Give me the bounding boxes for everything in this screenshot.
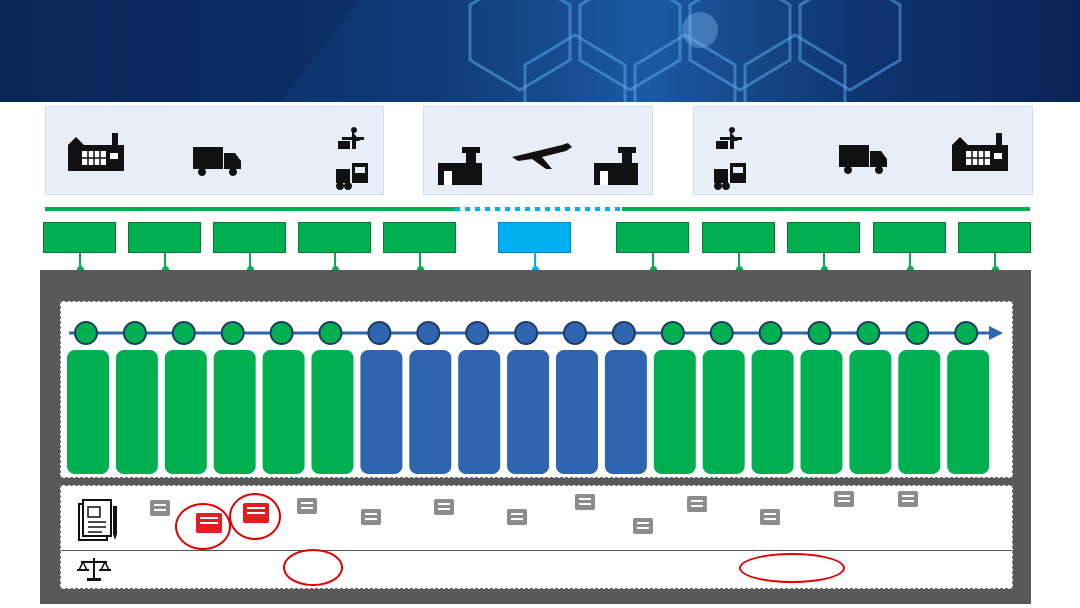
timeline-arrow — [989, 326, 1003, 340]
highlight-ring-2 — [229, 493, 281, 540]
process-node-15 — [758, 321, 783, 345]
process-node-3 — [171, 321, 196, 345]
stage-box-11 — [958, 222, 1031, 253]
process-timeline — [67, 321, 1003, 474]
document-icon — [507, 509, 527, 525]
process-column-10 — [507, 350, 550, 474]
airplane-icon — [512, 143, 572, 169]
stage-box-6 — [498, 222, 571, 253]
document-icon — [434, 499, 454, 515]
process-node-5 — [269, 321, 294, 345]
process-node-10 — [514, 321, 539, 345]
factory-icon — [68, 133, 124, 171]
process-node-13 — [660, 321, 685, 345]
process-column-6 — [311, 350, 354, 474]
stage-box-9 — [787, 222, 860, 253]
process-node-8 — [416, 321, 441, 345]
process-node-16 — [807, 321, 832, 345]
stage-box-3 — [213, 222, 286, 253]
process-column-19 — [947, 350, 990, 474]
stage-box-4 — [298, 222, 371, 253]
document-icon — [760, 509, 780, 525]
process-column-2 — [115, 350, 158, 474]
document-icon — [575, 494, 595, 510]
destination-panel — [693, 106, 1033, 195]
process-node-6 — [318, 321, 343, 345]
stage-box-7 — [616, 222, 689, 253]
process-node-19 — [954, 321, 979, 345]
divider — [61, 550, 1012, 551]
process-column-16 — [800, 350, 843, 474]
process-node-2 — [122, 321, 147, 345]
process-node-1 — [74, 321, 98, 345]
document-icon — [297, 498, 317, 514]
stage-box-5 — [383, 222, 456, 253]
stage-box-1 — [43, 222, 116, 253]
process-column-4 — [213, 350, 256, 474]
process-column-3 — [164, 350, 207, 474]
process-node-4 — [220, 321, 245, 345]
process-column-18 — [898, 350, 941, 474]
document-icon — [150, 500, 170, 516]
process-node-11 — [563, 321, 587, 345]
factory-icon — [952, 133, 1008, 171]
process-node-17 — [856, 321, 881, 345]
customs-inspection-icon — [338, 127, 364, 149]
origin-panel — [45, 106, 384, 195]
stage-box-2 — [128, 222, 201, 253]
process-column-15 — [751, 350, 794, 474]
documents-icon — [78, 499, 117, 541]
document-icon — [633, 518, 653, 534]
forklift-icon — [714, 163, 746, 190]
process-node-9 — [465, 321, 490, 345]
process-column-5 — [262, 350, 305, 474]
process-column-9 — [458, 350, 501, 474]
truck-icon — [839, 145, 887, 174]
process-column-12 — [604, 350, 647, 474]
document-icon — [898, 491, 918, 507]
truck-icon — [193, 147, 241, 176]
document-icon — [834, 491, 854, 507]
process-column-14 — [702, 350, 745, 474]
highlight-ring-3 — [283, 549, 343, 586]
process-node-7 — [367, 321, 392, 345]
header-banner — [0, 0, 1080, 102]
process-column-7 — [360, 350, 403, 474]
route-line — [45, 207, 1030, 211]
airport-icon — [594, 147, 638, 185]
customs-inspection-icon — [716, 127, 742, 149]
process-node-12 — [611, 321, 636, 345]
process-column-1 — [67, 350, 109, 474]
highlight-ring-4 — [739, 553, 845, 583]
law-scale-icon — [77, 558, 111, 581]
airport-icon — [438, 147, 482, 185]
process-area — [60, 301, 1013, 478]
forklift-icon — [336, 163, 368, 190]
process-node-14 — [709, 321, 734, 345]
process-column-11 — [556, 350, 598, 474]
highlight-ring-1 — [175, 503, 231, 550]
process-node-18 — [905, 321, 930, 345]
process-column-13 — [653, 350, 696, 474]
hexagon-pattern — [0, 0, 902, 102]
process-column-8 — [409, 350, 452, 474]
stage-box-8 — [702, 222, 775, 253]
air-transit-panel — [423, 106, 653, 195]
document-icon — [687, 496, 707, 512]
stage-box-10 — [873, 222, 946, 253]
document-icon — [361, 509, 381, 525]
process-column-17 — [849, 350, 892, 474]
